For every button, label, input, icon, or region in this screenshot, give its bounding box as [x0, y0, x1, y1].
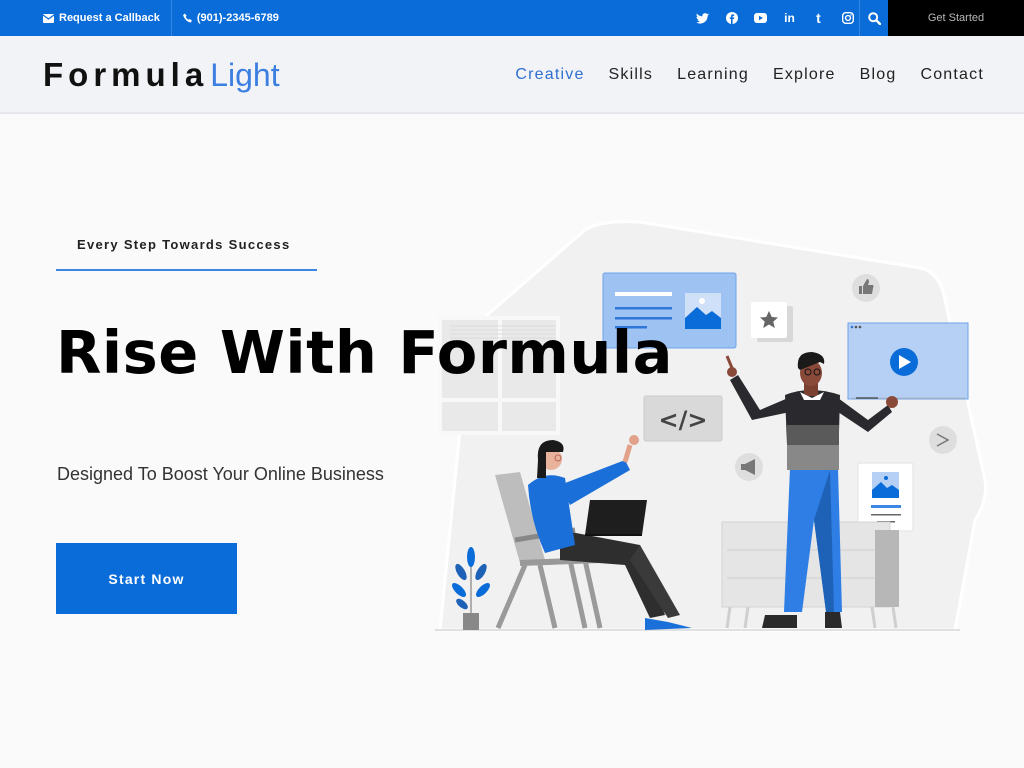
eyebrow-underline	[56, 269, 317, 271]
linkedin-icon[interactable]: in	[775, 0, 804, 36]
main-nav: Creative Skills Learning Explore Blog Co…	[515, 36, 984, 114]
nav-item-skills[interactable]: Skills	[609, 66, 654, 84]
get-started-button[interactable]: Get Started	[888, 0, 1024, 36]
hero-title: Rise With Formula	[56, 318, 673, 387]
hero-eyebrow: Every Step Towards Success	[77, 237, 291, 252]
phone-link[interactable]: (901)-2345-6789	[182, 0, 279, 36]
main-header: Formula Light Creative Skills Learning E…	[0, 36, 1024, 114]
share-icon	[929, 426, 957, 454]
social-links: in t	[688, 0, 862, 36]
site-logo[interactable]: Formula Light	[43, 56, 280, 94]
phone-number: (901)-2345-6789	[196, 12, 279, 24]
tumblr-icon[interactable]: t	[804, 0, 833, 36]
start-now-button[interactable]: Start Now	[56, 543, 237, 614]
twitter-icon[interactable]	[688, 0, 717, 36]
video-player-card	[847, 322, 969, 400]
request-callback-link[interactable]: Request a Callback	[43, 0, 160, 36]
svg-text:</>: </>	[659, 406, 708, 434]
top-bar: Request a Callback (901)-2345-6789 in t …	[0, 0, 1024, 36]
megaphone-icon	[735, 453, 763, 481]
logo-accent-text: Light	[210, 57, 280, 93]
divider	[170, 0, 172, 36]
search-icon	[867, 11, 881, 25]
nav-item-creative[interactable]: Creative	[515, 66, 584, 84]
nav-item-learning[interactable]: Learning	[677, 66, 749, 84]
thumbs-up-icon	[852, 274, 880, 302]
phone-icon	[182, 13, 192, 23]
envelope-icon	[43, 13, 54, 23]
code-card-icon: </>	[643, 395, 723, 442]
star-card-icon	[751, 302, 793, 342]
hero-illustration: </>	[435, 220, 987, 632]
logo-main-text: Formula	[43, 56, 209, 93]
request-callback-label: Request a Callback	[59, 12, 160, 24]
image-card-icon	[857, 462, 914, 532]
facebook-icon[interactable]	[717, 0, 746, 36]
youtube-icon[interactable]	[746, 0, 775, 36]
hero-subtitle: Designed To Boost Your Online Business	[57, 464, 384, 484]
instagram-icon[interactable]	[833, 0, 862, 36]
search-button[interactable]	[859, 0, 888, 36]
nav-item-explore[interactable]: Explore	[773, 66, 836, 84]
nav-item-blog[interactable]: Blog	[860, 66, 897, 84]
nav-item-contact[interactable]: Contact	[920, 66, 984, 84]
